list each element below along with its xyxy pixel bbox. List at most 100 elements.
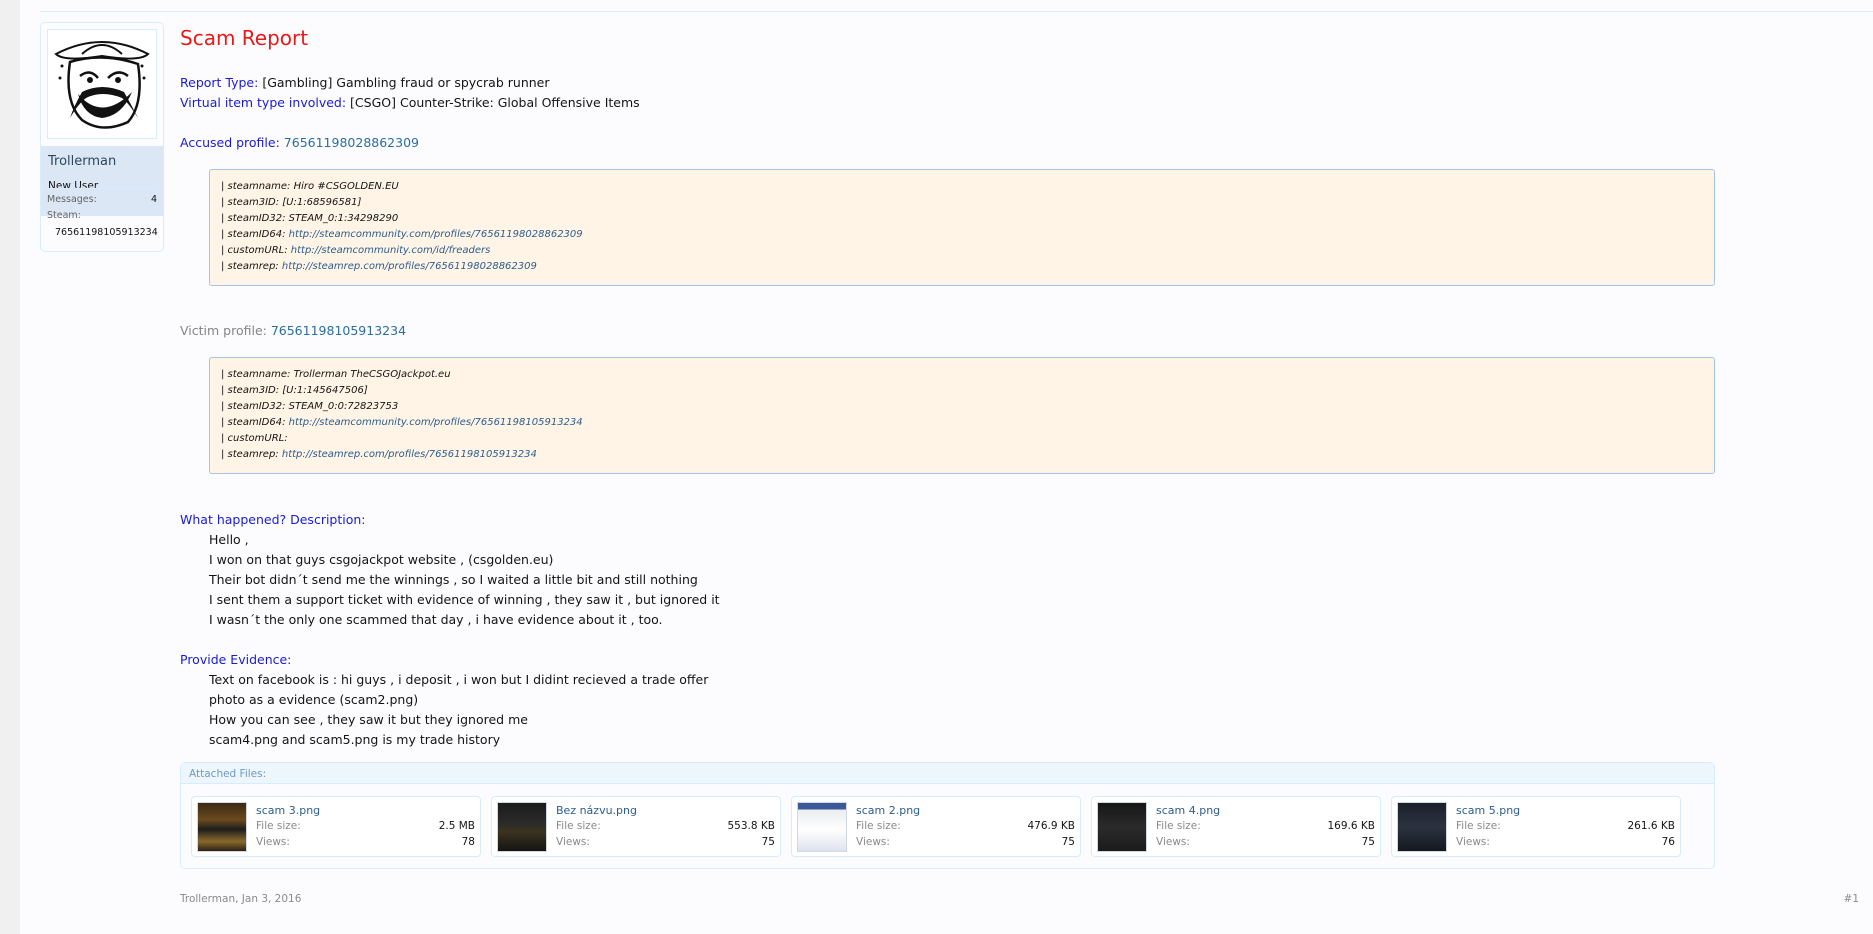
attachment-name-link[interactable]: Bez názvu.png xyxy=(556,804,637,817)
attachment-thumbnail[interactable] xyxy=(497,802,547,852)
info-row-label: | steamID32: STEAM_0:0:72823753 xyxy=(221,401,399,412)
info-row: | steam3ID: [U:1:68596581] xyxy=(221,195,1703,211)
attachment-name-link[interactable]: scam 4.png xyxy=(1156,804,1220,817)
attachment-card: scam 3.png File size: 2.5 MB Views: 78 xyxy=(191,796,481,857)
info-row-label: | steam3ID: [U:1:68596581] xyxy=(221,197,362,208)
user-name-link[interactable]: Trollerman xyxy=(48,154,116,169)
post-number-link[interactable]: #1 xyxy=(1844,893,1859,905)
info-row-label: | steamrep: xyxy=(221,449,282,460)
attachment-views-row: Views: 78 xyxy=(256,836,475,848)
info-row-label: | steamname: Trollerman TheCSGOJackpot.e… xyxy=(221,369,451,380)
attachment-views-value: 75 xyxy=(761,836,775,848)
info-row: | steamname: Hiro #CSGOLDEN.EU xyxy=(221,179,1703,195)
attachment-views-value: 75 xyxy=(1361,836,1375,848)
attachment-size-value: 2.5 MB xyxy=(438,820,475,832)
top-divider xyxy=(40,11,1873,12)
attachment-size-value: 169.6 KB xyxy=(1327,820,1376,832)
post-author-date-link[interactable]: Trollerman, Jan 3, 2016 xyxy=(180,893,301,905)
attached-files: Attached Files: scam 3.png File size: 2.5 … xyxy=(180,762,1715,869)
info-row: | steamID64: http://steamcommunity.com/p… xyxy=(221,415,1703,431)
victim-profile-label: Victim profile: xyxy=(180,323,267,338)
info-row-label: | steam3ID: [U:1:145647506] xyxy=(221,385,368,396)
avatar[interactable] xyxy=(47,29,157,139)
description-line: I won on that guys csgojackpot website ,… xyxy=(209,552,554,567)
info-row-link[interactable]: http://steamcommunity.com/profiles/76561… xyxy=(289,417,583,428)
attached-files-header: Attached Files: xyxy=(181,763,1714,784)
attachment-size-value: 476.9 KB xyxy=(1027,820,1076,832)
attachment-size-row: File size: 553.8 KB xyxy=(556,820,775,832)
info-row-link[interactable]: http://steamrep.com/profiles/76561198028… xyxy=(282,261,537,272)
description-line: Their bot didn´t send me the winnings , … xyxy=(209,572,698,587)
attachment-size-row: File size: 476.9 KB xyxy=(856,820,1075,832)
info-row: | customURL: xyxy=(221,431,1703,447)
report-type-value: [Gambling] Gambling fraud or spycrab run… xyxy=(258,75,550,90)
info-row-label: | steamID64: xyxy=(221,417,289,428)
attachment-views-label: Views: xyxy=(1156,836,1190,848)
attachment-size-row: File size: 261.6 KB xyxy=(1456,820,1675,832)
attachment-thumbnail[interactable] xyxy=(1097,802,1147,852)
victim-info-box: | steamname: Trollerman TheCSGOJackpot.e… xyxy=(209,357,1715,474)
info-row: | steamrep: http://steamrep.com/profiles… xyxy=(221,447,1703,463)
report-type-line: Report Type: [Gambling] Gambling fraud o… xyxy=(180,75,550,90)
attachment-size-value: 553.8 KB xyxy=(727,820,776,832)
attachment-size-label: File size: xyxy=(1156,820,1201,832)
attachment-name-link[interactable]: scam 3.png xyxy=(256,804,320,817)
attachment-size-row: File size: 169.6 KB xyxy=(1156,820,1375,832)
description-label: What happened? Description: xyxy=(180,512,366,527)
accused-info-box: | steamname: Hiro #CSGOLDEN.EU | steam3ID… xyxy=(209,169,1715,286)
messages-label: Messages: xyxy=(47,194,97,205)
messages-value: 4 xyxy=(150,194,157,205)
info-row-link[interactable]: http://steamcommunity.com/profiles/76561… xyxy=(289,229,583,240)
attachment-views-row: Views: 76 xyxy=(1456,836,1675,848)
attachment-views-label: Views: xyxy=(556,836,590,848)
attachment-card: Bez názvu.png File size: 553.8 KB Views: 75 xyxy=(491,796,781,857)
victim-profile-link[interactable]: 76561198105913234 xyxy=(271,323,406,338)
info-row: | steamrep: http://steamrep.com/profiles… xyxy=(221,259,1703,275)
victim-profile-line: Victim profile: 76561198105913234 xyxy=(180,323,406,338)
attachment-views-value: 76 xyxy=(1661,836,1675,848)
attachment-views-value: 78 xyxy=(461,836,475,848)
attachment-size-row: File size: 2.5 MB xyxy=(256,820,475,832)
info-row-link[interactable]: http://steamrep.com/profiles/76561198105… xyxy=(282,449,537,460)
info-row-label: | customURL: xyxy=(221,245,291,256)
attachment-card: scam 4.png File size: 169.6 KB Views: 75 xyxy=(1091,796,1381,857)
info-row-label: | steamID64: xyxy=(221,229,289,240)
info-row-label: | steamID32: STEAM_0:1:34298290 xyxy=(221,213,399,224)
info-row-label: | steamrep: xyxy=(221,261,282,272)
attachment-views-row: Views: 75 xyxy=(856,836,1075,848)
info-row: | customURL: http://steamcommunity.com/i… xyxy=(221,243,1703,259)
info-row-link[interactable]: http://steamcommunity.com/id/freaders xyxy=(291,245,491,256)
attachment-views-row: Views: 75 xyxy=(1156,836,1375,848)
accused-profile-link[interactable]: 76561198028862309 xyxy=(284,135,419,150)
steam-id-value[interactable]: 76561198105913234 xyxy=(55,227,158,238)
user-stats: Messages: 4 Steam: 76561198105913234 xyxy=(41,188,163,238)
attachment-size-label: File size: xyxy=(1456,820,1501,832)
attachment-thumbnail[interactable] xyxy=(797,802,847,852)
attachment-views-label: Views: xyxy=(1456,836,1490,848)
attachment-views-label: Views: xyxy=(256,836,290,848)
evidence-label: Provide Evidence: xyxy=(180,652,292,667)
item-type-line: Virtual item type involved: [CSGO] Count… xyxy=(180,95,640,110)
user-info-card: Trollerman New User Messages: 4 Steam: 7… xyxy=(40,22,164,252)
attachment-size-label: File size: xyxy=(556,820,601,832)
report-type-label: Report Type: xyxy=(180,75,259,90)
info-row: | steamID64: http://steamcommunity.com/p… xyxy=(221,227,1703,243)
description-line: I sent them a support ticket with eviden… xyxy=(209,592,720,607)
evidence-line: photo as a evidence (scam2.png) xyxy=(209,692,419,707)
trollface-avatar-icon xyxy=(54,41,150,129)
description-line: Hello , xyxy=(209,532,249,547)
attachment-name-link[interactable]: scam 2.png xyxy=(856,804,920,817)
post-title: Scam Report xyxy=(180,26,309,50)
attachment-views-row: Views: 75 xyxy=(556,836,775,848)
attachment-name-link[interactable]: scam 5.png xyxy=(1456,804,1520,817)
attachment-card: scam 2.png File size: 476.9 KB Views: 75 xyxy=(791,796,1081,857)
item-type-value: [CSGO] Counter-Strike: Global Offensive … xyxy=(346,95,640,110)
messages-stat: Messages: 4 xyxy=(41,189,163,205)
attachment-size-label: File size: xyxy=(856,820,901,832)
evidence-line: How you can see , they saw it but they i… xyxy=(209,712,528,727)
evidence-line: Text on facebook is : hi guys , i deposi… xyxy=(209,672,709,687)
attachment-thumbnail[interactable] xyxy=(1397,802,1447,852)
accused-profile-label: Accused profile: xyxy=(180,135,280,150)
attachment-views-value: 75 xyxy=(1061,836,1075,848)
attachment-thumbnail[interactable] xyxy=(197,802,247,852)
